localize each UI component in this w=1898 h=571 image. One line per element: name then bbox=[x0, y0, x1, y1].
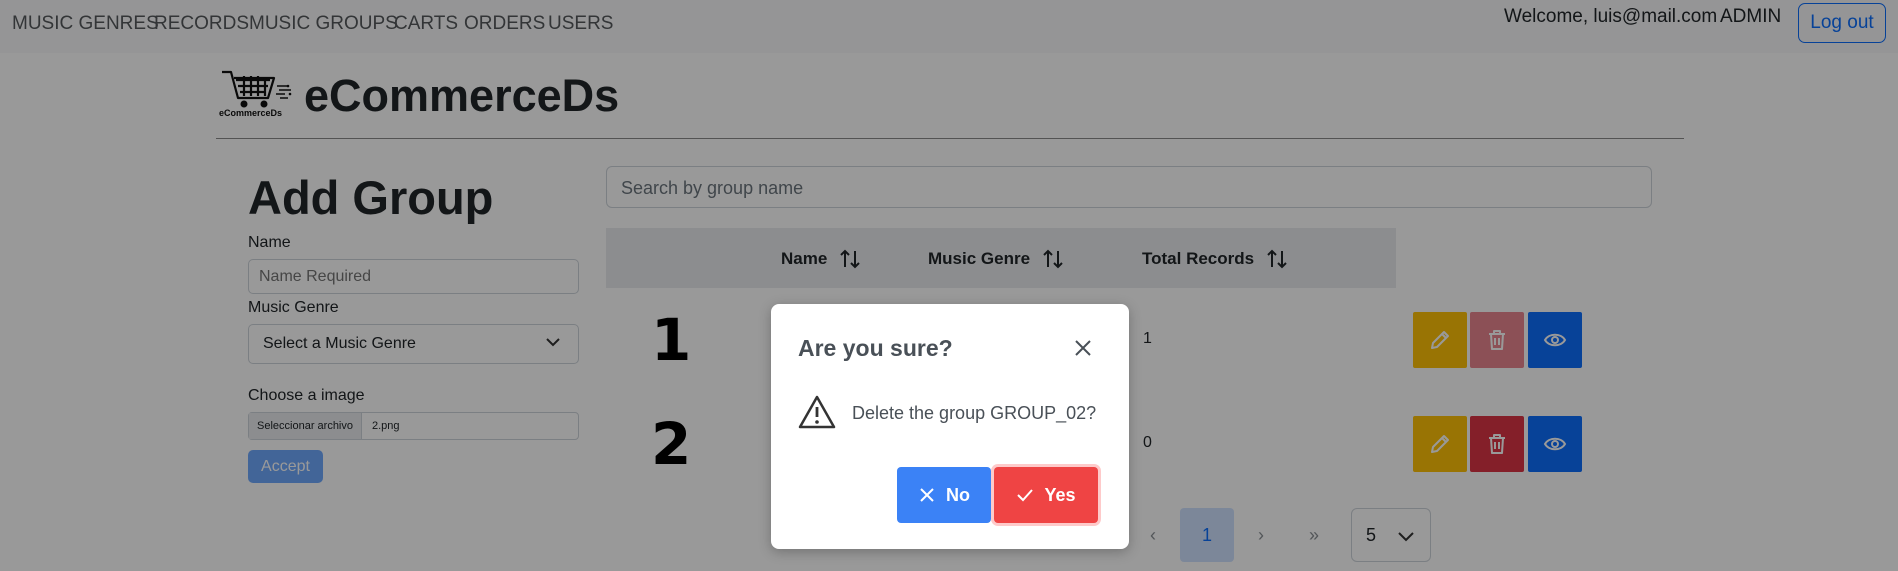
dialog-yes-button[interactable]: Yes bbox=[994, 467, 1098, 523]
warning-icon bbox=[798, 395, 836, 429]
x-icon bbox=[920, 488, 934, 502]
no-label: No bbox=[946, 484, 970, 505]
dialog-title: Are you sure? bbox=[798, 335, 953, 361]
check-icon bbox=[1017, 489, 1034, 502]
dialog-no-button[interactable]: No bbox=[897, 467, 991, 523]
confirm-dialog: Are you sure? Delete the group GROUP_02?… bbox=[771, 304, 1129, 549]
close-icon[interactable] bbox=[1074, 339, 1092, 357]
dialog-message: Delete the group GROUP_02? bbox=[852, 403, 1097, 423]
yes-label: Yes bbox=[1044, 484, 1076, 505]
